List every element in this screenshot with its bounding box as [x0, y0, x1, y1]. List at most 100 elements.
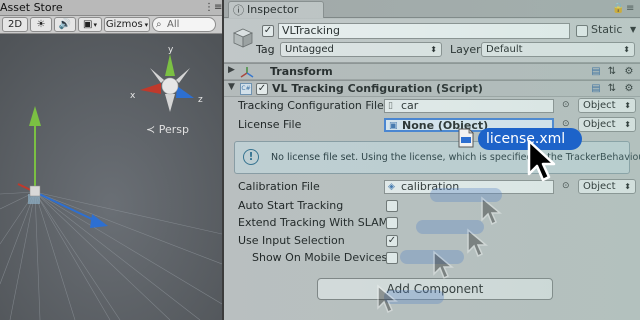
gizmo-y-label: y — [168, 45, 174, 55]
gizmos-dropdown[interactable]: Gizmos ▾ — [104, 17, 150, 32]
effects-dropdown-button[interactable]: ▣ ▾ — [78, 17, 102, 32]
perspective-toggle[interactable]: ≺ Persp — [146, 123, 189, 136]
auto-start-checkbox[interactable] — [386, 200, 398, 212]
type-value: Object — [583, 100, 616, 111]
ghost-cursor-icon — [481, 196, 502, 226]
preset-icon[interactable]: ⇅ — [606, 83, 618, 95]
type-value: Object — [583, 181, 616, 192]
persp-icon: ≺ — [146, 123, 156, 136]
ghost-cursor-icon — [467, 228, 488, 258]
preset-icon[interactable]: ⇅ — [606, 66, 618, 78]
tag-label: Tag — [256, 43, 275, 56]
extend-slam-checkbox[interactable] — [386, 217, 398, 229]
show-on-mobile-label: Show On Mobile Devices — [252, 251, 388, 264]
updown-arrow-icon: ⬍ — [430, 45, 437, 54]
tracking-config-type-dropdown[interactable]: Object ⬍ — [578, 98, 636, 113]
dropdown-arrow-icon: ▾ — [93, 20, 97, 29]
extend-slam-label: Extend Tracking With SLAM — [238, 216, 389, 229]
show-on-mobile-checkbox[interactable] — [386, 252, 398, 264]
tab-menu-icon[interactable]: ⋮≡ — [204, 2, 222, 13]
tracking-config-object-field[interactable]: ▯ car — [384, 99, 554, 113]
tab-menu-icon[interactable]: ≡ — [626, 3, 634, 14]
persp-label: Persp — [158, 123, 189, 136]
tracking-config-label: Tracking Configuration File — [238, 99, 384, 112]
license-type-dropdown[interactable]: Object ⬍ — [578, 117, 636, 132]
audio-toggle-button[interactable]: 🔊 — [54, 17, 76, 32]
scene-tab-bar: Asset Store ⋮≡ — [0, 0, 222, 16]
use-input-selection-checkbox[interactable]: ✓ — [386, 235, 398, 247]
lock-icon[interactable]: 🔒 — [612, 3, 624, 14]
help-book-icon[interactable]: ▤ — [590, 83, 602, 95]
lighting-toggle-button[interactable]: ☀ — [30, 17, 52, 32]
info-icon: ! — [243, 149, 259, 165]
tag-value: Untagged — [285, 44, 334, 55]
layer-dropdown[interactable]: Default ⬍ — [481, 42, 635, 57]
calibration-type-dropdown[interactable]: Object ⬍ — [578, 179, 636, 194]
tag-dropdown[interactable]: Untagged ⬍ — [280, 42, 442, 57]
mouse-cursor-icon — [527, 139, 556, 182]
static-label: Static — [591, 23, 623, 36]
transform-axes-icon — [240, 67, 254, 78]
ghost-cursor-icon — [433, 250, 454, 280]
updown-arrow-icon: ⬍ — [624, 120, 631, 129]
calibration-label: Calibration File — [238, 180, 320, 193]
transform-title: Transform — [270, 65, 333, 78]
foldout-expanded-icon[interactable]: ▼ — [228, 82, 235, 92]
static-dropdown-icon[interactable]: ▼ — [630, 25, 636, 34]
help-message: No license file set. Using the license, … — [271, 152, 640, 163]
static-checkbox[interactable] — [576, 25, 588, 37]
dropdown-arrow-icon: ▾ — [144, 20, 149, 29]
type-value: Object — [583, 119, 616, 130]
gizmo-z-label: z — [198, 95, 203, 105]
inspector-tab-bar: ⓘ Inspector 🔒 ≡ — [224, 0, 640, 18]
transform-component-header[interactable]: ▶ Transform ▤ ⇅ ⚙ — [224, 63, 640, 80]
foldout-collapsed-icon[interactable]: ▶ — [228, 65, 235, 75]
object-icon: ◈ — [388, 182, 395, 192]
checkmark-icon: ✓ — [263, 25, 273, 36]
info-icon: ⓘ — [233, 4, 244, 17]
checkmark-icon: ✓ — [257, 83, 267, 94]
vl-config-component-header[interactable]: ▼ C# ✓ VL Tracking Configuration (Script… — [224, 80, 640, 97]
gameobject-name-field[interactable]: VLTracking — [278, 23, 570, 39]
ghost-cursor-icon — [377, 284, 398, 314]
gear-icon[interactable]: ⚙ — [623, 66, 635, 78]
use-input-selection-label: Use Input Selection — [238, 234, 345, 247]
scene-search-input[interactable]: ⌕ All — [152, 17, 216, 32]
updown-arrow-icon: ⬍ — [624, 101, 631, 110]
scene-toolbar: 2D ☀ 🔊 ▣ ▾ Gizmos ▾ ⌕ All — [0, 16, 222, 34]
help-book-icon[interactable]: ▤ — [590, 66, 602, 78]
vl-config-title: VL Tracking Configuration (Script) — [272, 82, 483, 95]
file-icon: ▯ — [388, 101, 393, 111]
active-checkbox[interactable]: ✓ — [262, 25, 274, 37]
object-picker-icon[interactable]: ⊙ — [562, 181, 570, 191]
updown-arrow-icon: ⬍ — [623, 45, 630, 54]
layer-label: Layer — [450, 43, 481, 56]
inspector-tab-label: Inspector — [247, 3, 299, 16]
xml-file-icon — [458, 128, 474, 148]
layer-value: Default — [486, 44, 523, 55]
scene-viewport[interactable]: y x z — [0, 34, 222, 320]
2d-toggle-button[interactable]: 2D — [2, 17, 28, 32]
gameobject-cube-icon — [233, 28, 253, 48]
script-file-icon: C# — [240, 83, 252, 95]
gizmos-label: Gizmos — [105, 19, 143, 30]
license-file-label: License File — [238, 118, 302, 131]
speaker-icon: 🔊 — [58, 19, 72, 30]
asset-store-tab[interactable]: Asset Store — [0, 1, 63, 14]
checkmark-icon: ✓ — [387, 235, 397, 246]
tracking-config-value: car — [401, 99, 419, 112]
license-value: None (Object) — [402, 119, 489, 132]
gear-icon[interactable]: ⚙ — [623, 83, 635, 95]
object-icon: ▣ — [389, 121, 398, 131]
search-icon: ⌕ — [156, 19, 162, 30]
gameobject-header: ✓ VLTracking Static ▼ Tag Untagged ⬍ Laye… — [224, 19, 640, 63]
updown-arrow-icon: ⬍ — [624, 182, 631, 191]
object-picker-icon[interactable]: ⊙ — [562, 100, 570, 110]
auto-start-label: Auto Start Tracking — [238, 199, 344, 212]
scene-view[interactable]: Asset Store ⋮≡ 2D ☀ 🔊 ▣▾ Gizmos▾ ⌕ All — [0, 0, 222, 320]
lighting-icon: ☀ — [36, 19, 46, 30]
component-enabled-checkbox[interactable]: ✓ — [256, 83, 268, 95]
image-icon: ▣ — [83, 19, 93, 30]
gizmo-x-label: x — [130, 91, 136, 101]
inspector-tab[interactable]: ⓘ Inspector — [228, 1, 324, 18]
